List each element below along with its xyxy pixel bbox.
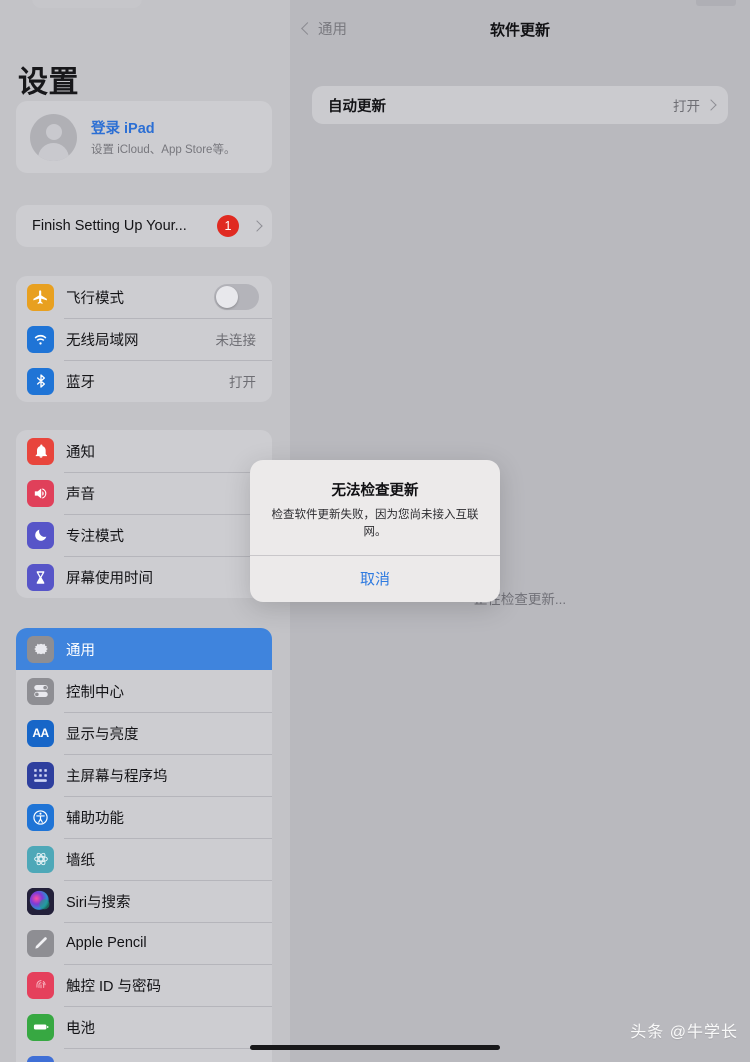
sidebar-item-label: 墙纸 [66, 852, 95, 869]
sidebar-item-siri-search[interactable]: Siri与搜索 [16, 880, 272, 922]
sidebar-item-wifi[interactable]: 无线局域网 未连接 [16, 318, 272, 360]
sliders-icon [27, 677, 54, 705]
sidebar-item-label: 主屏幕与程序坞 [66, 768, 168, 785]
sidebar-item-bluetooth[interactable]: 蓝牙 打开 [16, 360, 272, 402]
airplane-icon [27, 283, 54, 311]
sidebar-item-sounds[interactable]: 声音 [16, 472, 272, 514]
alert-body: 无法检查更新 检查软件更新失败，因为您尚未接入互联网。 [250, 460, 500, 555]
wifi-status-value: 未连接 [215, 333, 257, 348]
watermark: 头条 @牛学长 [630, 1024, 738, 1041]
sidebar-item-display-brightness[interactable]: AA 显示与亮度 [16, 712, 272, 754]
sidebar-item-wallpaper[interactable]: 墙纸 [16, 838, 272, 880]
signin-label: 登录 iPad [91, 121, 155, 137]
touchid-icon [27, 971, 54, 999]
accessibility-icon [27, 803, 54, 831]
ipad-settings-screen: 设置 登录 iPad 设置 iCloud、App Store等。 Finish … [0, 0, 750, 1062]
sidebar-item-label: 蓝牙 [66, 374, 95, 391]
sidebar-item-label: 屏幕使用时间 [66, 570, 153, 587]
sidebar-item-label: 隐私 [66, 1059, 261, 1062]
moon-icon [27, 521, 54, 549]
gear-icon [27, 635, 54, 663]
general-group: 通用 控制中心 AA 显示与亮度 主屏幕与程序坞 辅助功能 墙纸 Siri与搜索… [16, 628, 272, 1062]
sidebar-item-apple-pencil[interactable]: Apple Pencil [16, 922, 272, 964]
wallpaper-icon [27, 845, 54, 873]
auto-update-row[interactable]: 自动更新 打开 [312, 86, 728, 124]
chevron-right-icon [705, 99, 717, 111]
alert-message: 检查软件更新失败，因为您尚未接入互联网。 [271, 509, 479, 538]
pencil-icon [27, 929, 54, 957]
sidebar-item-label: 辅助功能 [66, 810, 124, 827]
apple-id-signin-card[interactable]: 登录 iPad 设置 iCloud、App Store等。 [16, 101, 272, 173]
hourglass-icon [27, 563, 54, 591]
home-indicator[interactable] [250, 1045, 500, 1050]
connectivity-group: 飞行模式 无线局域网 未连接 蓝牙 打开 [16, 276, 272, 402]
bluetooth-status-value: 打开 [229, 375, 256, 390]
sidebar-item-label: Apple Pencil [66, 935, 147, 951]
sidebar-item-label: 电池 [66, 1020, 95, 1037]
sidebar-item-label: 无线局域网 [66, 332, 139, 349]
battery-icon [27, 1013, 54, 1041]
bell-icon [27, 437, 54, 465]
speaker-icon [27, 479, 54, 507]
account-text: 登录 iPad 设置 iCloud、App Store等。 [91, 117, 235, 157]
alert-title: 无法检查更新 [331, 483, 419, 499]
page-title: 设置 [18, 66, 79, 99]
status-badge: 1 [217, 215, 239, 237]
auto-update-label: 自动更新 [328, 98, 386, 115]
status-bar-cutoff [696, 0, 736, 6]
sidebar-item-notifications[interactable]: 通知 [16, 430, 272, 472]
sidebar-item-screen-time[interactable]: 屏幕使用时间 [16, 556, 272, 598]
siri-icon [27, 887, 54, 915]
sidebar-item-focus[interactable]: 专注模式 [16, 514, 272, 556]
sidebar-item-general[interactable]: 通用 [16, 628, 272, 670]
toggle-knob [216, 286, 238, 308]
bluetooth-icon [27, 367, 54, 395]
app-grid-icon [27, 761, 54, 789]
cancel-button[interactable]: 取消 [250, 556, 500, 602]
sidebar-item-label: 触控 ID 与密码 [66, 978, 162, 995]
sidebar-item-accessibility[interactable]: 辅助功能 [16, 796, 272, 838]
sidebar-item-touch-id-passcode[interactable]: 触控 ID 与密码 [16, 964, 272, 1006]
update-error-alert: 无法检查更新 检查软件更新失败，因为您尚未接入互联网。 取消 [250, 460, 500, 603]
sidebar-item-label: 飞行模式 [66, 290, 124, 307]
sidebar-item-finish-setup[interactable]: Finish Setting Up Your... 1 [16, 205, 272, 247]
search-field-cutoff[interactable] [32, 0, 142, 8]
signin-subtitle: 设置 iCloud、App Store等。 [91, 144, 236, 156]
sidebar-item-control-center[interactable]: 控制中心 [16, 670, 272, 712]
sidebar-item-label: 控制中心 [66, 684, 124, 701]
sidebar-item-battery[interactable]: 电池 [16, 1006, 272, 1048]
aa-icon: AA [27, 719, 54, 747]
alerts-group: 通知 声音 专注模式 屏幕使用时间 [16, 430, 272, 598]
sidebar-item-label: Siri与搜索 [66, 894, 131, 911]
nav-title: 软件更新 [489, 22, 550, 39]
person-circle-icon [30, 113, 77, 161]
auto-update-value: 打开 [673, 99, 700, 114]
sidebar-item-privacy[interactable]: 隐私 [16, 1048, 272, 1062]
finish-setup-group: Finish Setting Up Your... 1 [16, 205, 272, 247]
finish-setup-label: Finish Setting Up Your... [32, 218, 187, 234]
alert-actions: 取消 [250, 555, 500, 602]
sidebar-item-label: 通用 [66, 642, 95, 659]
chevron-right-icon [251, 220, 263, 232]
sidebar-item-label: 通知 [66, 444, 95, 461]
sidebar-item-home-screen-dock[interactable]: 主屏幕与程序坞 [16, 754, 272, 796]
wifi-icon [27, 325, 54, 353]
sidebar-item-airplane-mode[interactable]: 飞行模式 [16, 276, 272, 318]
airplane-mode-toggle[interactable] [214, 284, 259, 310]
sidebar-item-label: 声音 [66, 486, 95, 503]
hand-privacy-icon [27, 1055, 54, 1062]
auto-update-group: 自动更新 打开 [312, 86, 728, 124]
settings-sidebar: 设置 登录 iPad 设置 iCloud、App Store等。 Finish … [0, 0, 290, 1062]
sidebar-item-label: 显示与亮度 [66, 726, 139, 743]
sidebar-item-label: 专注模式 [66, 528, 124, 545]
